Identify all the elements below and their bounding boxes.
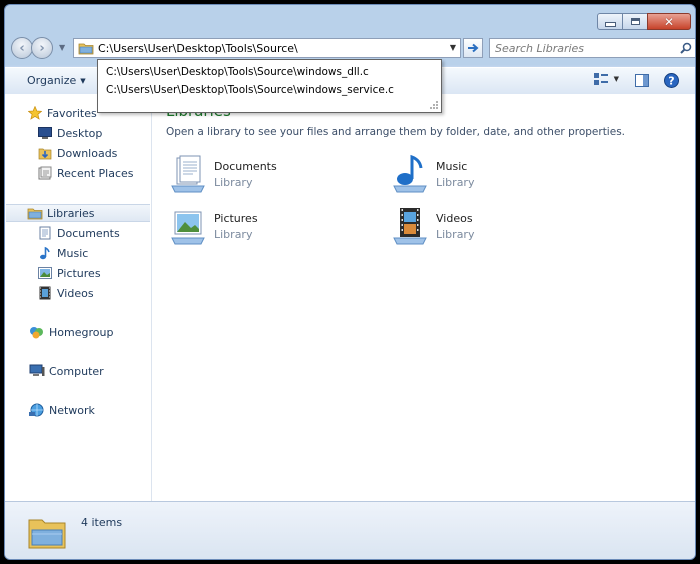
help-icon: ? xyxy=(664,73,679,88)
nav-computer[interactable]: Computer xyxy=(29,362,147,380)
nav-libraries[interactable]: Libraries xyxy=(6,204,150,222)
svg-text:?: ? xyxy=(668,75,674,88)
back-button[interactable]: ‹ xyxy=(11,37,33,59)
library-name: Pictures xyxy=(214,212,258,225)
nav-label: Homegroup xyxy=(49,325,114,339)
library-tile-videos[interactable]: Videos Library xyxy=(390,206,590,246)
music-library-icon xyxy=(393,154,427,193)
nav-pictures[interactable]: Pictures xyxy=(37,264,147,282)
go-button[interactable] xyxy=(463,38,483,58)
nav-network[interactable]: Network xyxy=(29,401,147,419)
pictures-icon xyxy=(37,265,53,281)
nav-desktop[interactable]: Desktop xyxy=(37,124,147,142)
address-autocomplete-list: C:\Users\User\Desktop\Tools\Source\windo… xyxy=(97,59,442,113)
nav-label: Downloads xyxy=(57,146,118,160)
library-tile-documents[interactable]: Documents Library xyxy=(168,154,368,194)
library-folder-icon xyxy=(78,43,94,55)
view-details-icon xyxy=(593,73,608,85)
library-name: Documents xyxy=(214,160,277,173)
details-pane: 4 items xyxy=(5,501,695,559)
organize-button[interactable]: Organize ▼ xyxy=(27,74,86,87)
computer-icon xyxy=(29,363,45,379)
change-view-button[interactable]: ▼ xyxy=(593,73,619,85)
item-count: 4 items xyxy=(81,516,123,529)
help-button[interactable]: ? xyxy=(664,73,679,91)
autocomplete-item[interactable]: C:\Users\User\Desktop\Tools\Source\windo… xyxy=(106,84,394,96)
libraries-large-icon xyxy=(28,519,66,549)
videos-icon xyxy=(37,285,53,301)
library-kind: Library xyxy=(214,228,253,241)
nav-label: Desktop xyxy=(57,126,103,140)
star-icon xyxy=(27,105,43,121)
preview-pane-icon xyxy=(635,74,649,87)
documents-icon xyxy=(37,225,53,241)
search-box[interactable] xyxy=(489,38,695,58)
library-kind: Library xyxy=(436,228,475,241)
page-subtitle: Open a library to see your files and arr… xyxy=(166,126,625,138)
navigation-row: ‹ › ▼ ▼ xyxy=(11,37,695,61)
nav-music[interactable]: Music xyxy=(37,244,147,262)
nav-label: Music xyxy=(57,246,89,260)
nav-label: Videos xyxy=(57,286,94,300)
maximize-button[interactable] xyxy=(622,13,648,30)
forward-button[interactable]: › xyxy=(31,37,53,59)
close-button[interactable]: ✕ xyxy=(647,13,691,30)
view-dropdown-icon[interactable]: ▼ xyxy=(614,75,619,83)
chevron-down-icon: ▼ xyxy=(80,77,86,85)
nav-homegroup[interactable]: Homegroup xyxy=(29,323,147,341)
music-icon xyxy=(37,245,53,261)
nav-label: Favorites xyxy=(47,106,97,120)
caption-buttons: ✕ xyxy=(597,13,691,30)
nav-arrows: ‹ › xyxy=(11,37,53,59)
preview-pane-button[interactable] xyxy=(635,74,649,90)
desktop-icon xyxy=(37,125,53,141)
recent-places-icon xyxy=(37,165,53,181)
search-input[interactable] xyxy=(495,41,665,55)
nav-label: Computer xyxy=(49,364,104,378)
close-icon: ✕ xyxy=(663,14,675,29)
nav-label: Network xyxy=(49,403,95,417)
nav-documents[interactable]: Documents xyxy=(37,224,147,242)
downloads-icon xyxy=(37,145,53,161)
nav-videos[interactable]: Videos xyxy=(37,284,147,302)
library-tile-pictures[interactable]: Pictures Library xyxy=(168,206,368,246)
network-icon xyxy=(29,402,45,418)
content-pane: Libraries Open a library to see your fil… xyxy=(152,94,695,501)
homegroup-icon xyxy=(29,324,45,340)
address-bar[interactable]: ▼ xyxy=(73,38,461,58)
maximize-icon xyxy=(630,18,640,25)
address-input[interactable] xyxy=(98,41,438,55)
pictures-library-icon xyxy=(171,211,205,245)
library-name: Videos xyxy=(436,212,473,225)
videos-library-icon xyxy=(393,208,427,245)
search-icon[interactable] xyxy=(680,42,692,54)
library-tile-music[interactable]: Music Library xyxy=(390,154,590,194)
libraries-icon xyxy=(27,205,43,221)
library-name: Music xyxy=(436,160,468,173)
navigation-pane: Favorites Desktop Downloads Recent Place… xyxy=(5,94,152,501)
nav-downloads[interactable]: Downloads xyxy=(37,144,147,162)
nav-label: Libraries xyxy=(47,206,95,220)
nav-label: Pictures xyxy=(57,266,101,280)
library-kind: Library xyxy=(436,176,475,189)
minimize-icon xyxy=(604,22,616,27)
organize-label: Organize xyxy=(27,74,77,87)
address-dropdown-icon[interactable]: ▼ xyxy=(450,43,456,52)
resize-grip-icon[interactable] xyxy=(429,100,439,110)
recent-pages-dropdown-icon[interactable]: ▼ xyxy=(59,43,65,52)
nav-label: Documents xyxy=(57,226,120,240)
nav-label: Recent Places xyxy=(57,166,134,180)
nav-recent-places[interactable]: Recent Places xyxy=(37,164,147,182)
back-arrow-icon: ‹ xyxy=(19,40,25,56)
documents-library-icon xyxy=(171,155,205,193)
library-kind: Library xyxy=(214,176,253,189)
minimize-button[interactable] xyxy=(597,13,623,30)
explorer-window: ✕ ‹ › ▼ ▼ xyxy=(4,4,696,560)
autocomplete-item[interactable]: C:\Users\User\Desktop\Tools\Source\windo… xyxy=(106,66,369,78)
forward-arrow-icon: › xyxy=(39,40,45,56)
go-arrow-icon xyxy=(468,43,479,53)
